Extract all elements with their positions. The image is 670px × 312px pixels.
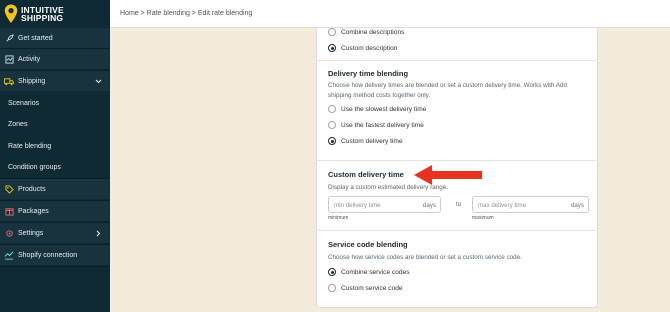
input-placeholder: min delivery time	[334, 201, 381, 209]
sidebar-item-zones[interactable]: Zones	[0, 114, 110, 134]
input-suffix: days	[570, 201, 584, 209]
sidebar-item-condition-groups[interactable]: Condition groups	[0, 157, 110, 177]
radio-custom-delivery-time[interactable]: Custom delivery time	[328, 137, 403, 145]
tag-icon	[3, 183, 15, 195]
radio-button[interactable]	[328, 105, 336, 113]
sidebar-item-activity[interactable]: Activity	[0, 49, 110, 69]
brand-line-2: SHIPPING	[21, 13, 64, 23]
sidebar-item-label: Get started	[18, 34, 53, 42]
radio-button[interactable]	[328, 44, 336, 52]
radio-fastest-delivery-time[interactable]: Use the fastest delivery time	[328, 121, 424, 129]
sidebar-item-label: Condition groups	[8, 163, 61, 171]
sidebar-item-shopify-connection[interactable]: Shopify connection	[0, 245, 110, 265]
section-description: Choose how service codes are blended or …	[328, 254, 522, 261]
min-delivery-time-input[interactable]: min delivery time days	[328, 196, 441, 213]
radio-label: Custom service code	[341, 284, 403, 292]
breadcrumb[interactable]: Home > Rate blending > Edit rate blendin…	[120, 10, 252, 17]
input-suffix: days	[422, 201, 436, 209]
activity-icon	[3, 53, 15, 65]
max-delivery-time-input[interactable]: max delivery time days	[472, 196, 589, 213]
sidebar-item-label: Shipping	[18, 77, 46, 85]
radio-button[interactable]	[328, 121, 336, 129]
radio-combine-descriptions[interactable]: Combine descriptions	[328, 28, 404, 36]
section-title-delivery-time-blending: Delivery time blending	[328, 69, 409, 78]
radio-label: Custom delivery time	[341, 137, 403, 145]
max-hint: maximum	[472, 215, 494, 221]
range-separator: to	[456, 201, 462, 208]
brand-logo[interactable]: INTUITIVE SHIPPING	[4, 3, 108, 25]
annotation-arrow-icon	[412, 164, 484, 186]
sidebar-item-label: Packages	[18, 207, 49, 215]
connection-icon	[3, 249, 15, 261]
sidebar-item-label: Zones	[8, 120, 28, 128]
sidebar: INTUITIVE SHIPPING Get started Activity …	[0, 0, 110, 312]
section-title-custom-delivery-time: Custom delivery time	[328, 170, 404, 179]
radio-button[interactable]	[328, 28, 336, 36]
section-title-service-code-blending: Service code blending	[328, 240, 408, 249]
sidebar-item-label: Activity	[18, 55, 41, 63]
radio-slowest-delivery-time[interactable]: Use the slowest delivery time	[328, 105, 426, 113]
sidebar-item-label: Products	[18, 185, 46, 193]
sidebar-item-rate-blending[interactable]: Rate blending	[0, 136, 110, 156]
min-hint: minimum	[328, 215, 349, 221]
sidebar-item-shipping[interactable]: Shipping	[0, 71, 110, 91]
sidebar-item-label: Scenarios	[8, 99, 40, 107]
radio-custom-service-code[interactable]: Custom service code	[328, 284, 403, 292]
sidebar-item-products[interactable]: Products	[0, 179, 110, 199]
sidebar-item-get-started[interactable]: Get started	[0, 28, 110, 48]
radio-label: Use the fastest delivery time	[341, 121, 424, 129]
radio-label: Combine descriptions	[341, 28, 405, 36]
input-placeholder: max delivery time	[478, 201, 527, 209]
sidebar-item-settings[interactable]: Settings	[0, 223, 110, 243]
radio-button[interactable]	[328, 137, 336, 145]
sidebar-item-label: Shopify connection	[18, 251, 78, 259]
top-bar: Home > Rate blending > Edit rate blendin…	[110, 0, 670, 28]
radio-label: Combine service codes	[341, 268, 410, 276]
package-icon	[3, 205, 15, 217]
gear-icon	[3, 227, 15, 239]
sidebar-item-label: Settings	[18, 229, 44, 237]
location-pin-icon	[4, 4, 18, 24]
sidebar-item-label: Rate blending	[8, 142, 52, 150]
radio-combine-service-codes[interactable]: Combine service codes	[328, 268, 410, 276]
radio-label: Use the slowest delivery time	[341, 105, 427, 113]
radio-button[interactable]	[328, 284, 336, 292]
sidebar-item-packages[interactable]: Packages	[0, 201, 110, 221]
truck-icon	[3, 75, 15, 87]
section-description: Choose how delivery times are blended or…	[328, 82, 567, 99]
rocket-icon	[3, 32, 15, 44]
radio-custom-description[interactable]: Custom description	[328, 44, 397, 52]
chevron-down-icon	[94, 77, 102, 85]
sidebar-item-scenarios[interactable]: Scenarios	[0, 93, 110, 113]
radio-label: Custom description	[341, 44, 398, 52]
radio-button[interactable]	[328, 268, 336, 276]
chevron-right-icon	[94, 229, 102, 237]
